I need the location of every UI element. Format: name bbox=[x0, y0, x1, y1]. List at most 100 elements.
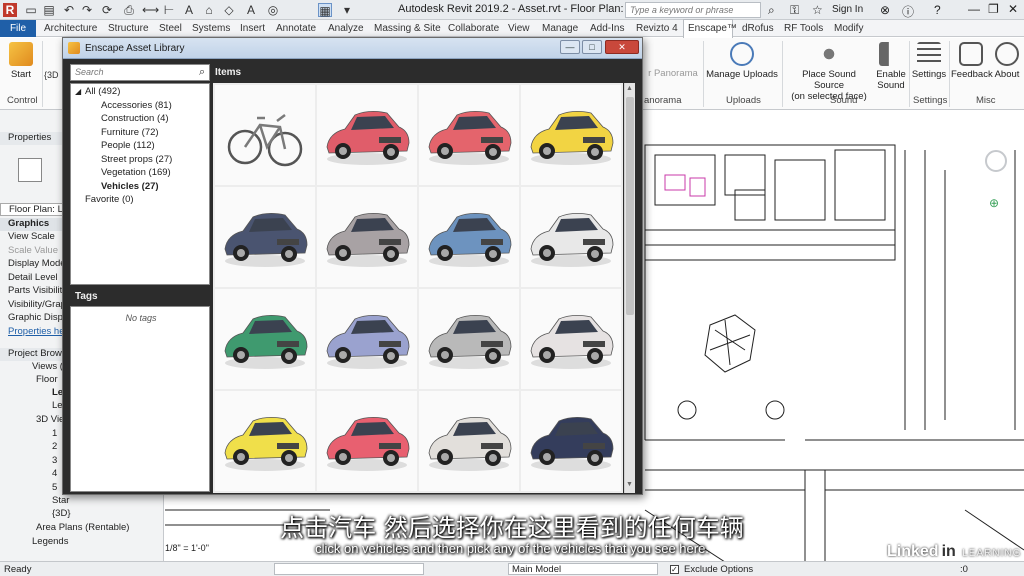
asset-tile-car[interactable] bbox=[317, 391, 417, 491]
asset-tile-car[interactable] bbox=[521, 289, 621, 389]
close-window-icon[interactable]: ✕ bbox=[1008, 2, 1018, 16]
category-people[interactable]: People (112) bbox=[101, 140, 155, 151]
dialog-minimize-button[interactable]: — bbox=[560, 40, 580, 54]
workset-dropdown[interactable] bbox=[274, 563, 424, 575]
panorama-button[interactable]: r Panorama bbox=[643, 68, 703, 79]
tab-drofus[interactable]: dRofus bbox=[742, 23, 774, 34]
switch-windows-icon[interactable]: ▦ bbox=[318, 3, 332, 18]
3d-view-icon[interactable]: ⌂ bbox=[202, 3, 216, 17]
star-icon[interactable]: ☆ bbox=[812, 3, 823, 17]
redo-icon[interactable]: ↷ bbox=[80, 3, 94, 17]
settings-button[interactable]: Settings bbox=[911, 42, 947, 80]
tab-collaborate[interactable]: Collaborate bbox=[448, 23, 499, 34]
tab-structure[interactable]: Structure bbox=[108, 23, 149, 34]
category-vehicles[interactable]: Vehicles (27) bbox=[101, 181, 159, 192]
tab-annotate[interactable]: Annotate bbox=[276, 23, 316, 34]
tab-systems[interactable]: Systems bbox=[192, 23, 230, 34]
manage-uploads-button[interactable]: Manage Uploads bbox=[706, 42, 778, 80]
asset-tile-car[interactable] bbox=[419, 85, 519, 185]
asset-tile-car[interactable] bbox=[521, 85, 621, 185]
asset-tile-car[interactable] bbox=[419, 289, 519, 389]
binoculars-icon[interactable]: ⌕ bbox=[768, 3, 775, 18]
text-icon[interactable]: A bbox=[244, 3, 258, 17]
asset-tile-car[interactable] bbox=[215, 391, 315, 491]
measure-icon[interactable]: ⟷ bbox=[142, 3, 159, 17]
tab-add-ins[interactable]: Add-Ins bbox=[590, 23, 624, 34]
start-button[interactable]: Start bbox=[4, 42, 38, 80]
minimize-window-icon[interactable]: — bbox=[968, 2, 980, 16]
tab-analyze[interactable]: Analyze bbox=[328, 23, 364, 34]
design-option-dropdown[interactable]: Main Model bbox=[508, 563, 658, 575]
asset-grid-scrollbar[interactable]: ▲ ▼ bbox=[624, 83, 635, 493]
asset-tile-car[interactable] bbox=[215, 187, 315, 287]
category-construction[interactable]: Construction (4) bbox=[101, 113, 169, 124]
tags-header: Tags bbox=[70, 287, 210, 305]
category-vegetation[interactable]: Vegetation (169) bbox=[101, 167, 171, 178]
tab-rf-tools[interactable]: RF Tools bbox=[784, 23, 823, 34]
dialog-title-bar[interactable]: Enscape Asset Library — □ ✕ bbox=[63, 38, 642, 59]
restore-window-icon[interactable]: ❐ bbox=[988, 2, 999, 16]
scrollbar-thumb[interactable] bbox=[626, 97, 634, 315]
asset-search-input[interactable]: Search bbox=[70, 64, 210, 81]
view-tab-label[interactable]: {3D bbox=[44, 70, 59, 80]
exclude-options-checkbox[interactable]: ✓ bbox=[670, 565, 679, 574]
scroll-up-icon[interactable]: ▲ bbox=[626, 85, 633, 92]
tab-steel[interactable]: Steel bbox=[159, 23, 182, 34]
category-tree: ◢ All (492) Accessories (81) Constructio… bbox=[70, 83, 210, 285]
keyword-search-input[interactable]: Type a keyword or phrase bbox=[625, 2, 761, 18]
tab-modify[interactable]: Modify bbox=[834, 23, 863, 34]
dialog-maximize-button[interactable]: □ bbox=[582, 40, 602, 54]
feedback-button[interactable]: Feedback bbox=[951, 42, 993, 80]
category-favorite[interactable]: Favorite (0) bbox=[85, 194, 134, 205]
asset-tile-car[interactable] bbox=[317, 187, 417, 287]
enable-sound-button[interactable]: Enable Sound bbox=[874, 42, 908, 91]
browser-3d-start[interactable]: Star bbox=[0, 495, 164, 508]
asset-tile-car[interactable] bbox=[521, 391, 621, 491]
category-furniture[interactable]: Furniture (72) bbox=[101, 127, 159, 138]
sign-in-link[interactable]: Sign In bbox=[832, 4, 863, 15]
sync-icon[interactable]: ⟳ bbox=[100, 3, 114, 17]
print-icon[interactable]: ⎙ bbox=[122, 3, 136, 17]
place-sound-source-button[interactable]: Place Sound Source (on selected face) bbox=[786, 42, 872, 102]
asset-tile-car[interactable] bbox=[419, 187, 519, 287]
tab-massing-site[interactable]: Massing & Site bbox=[374, 23, 441, 34]
asset-tile-bicycle[interactable] bbox=[215, 85, 315, 185]
dimension-icon[interactable]: ⊢ bbox=[162, 3, 176, 17]
category-street-props[interactable]: Street props (27) bbox=[101, 154, 172, 165]
asset-tile-car[interactable] bbox=[419, 391, 519, 491]
enable-sound-sublabel: Sound bbox=[877, 80, 905, 91]
asset-tile-car[interactable] bbox=[215, 289, 315, 389]
zoom-icon[interactable]: ⊕ bbox=[989, 196, 999, 210]
customize-icon[interactable]: ▾ bbox=[340, 3, 354, 17]
tab-file[interactable]: File bbox=[0, 20, 36, 37]
tab-manage[interactable]: Manage bbox=[542, 23, 578, 34]
open-icon[interactable]: ▭ bbox=[24, 3, 38, 17]
undo-icon[interactable]: ↶ bbox=[62, 3, 76, 17]
asset-tile-car[interactable] bbox=[317, 85, 417, 185]
search-icon[interactable]: ⌕ bbox=[199, 66, 205, 79]
tab-insert[interactable]: Insert bbox=[240, 23, 265, 34]
tag-icon[interactable]: A bbox=[182, 3, 196, 17]
asset-tile-car[interactable] bbox=[317, 289, 417, 389]
revit-logo-icon[interactable]: R bbox=[3, 3, 17, 17]
tab-revizto[interactable]: Revizto 4 bbox=[636, 23, 678, 34]
car-thumbnail bbox=[326, 111, 410, 165]
category-all[interactable]: All (492) bbox=[85, 86, 120, 97]
help-icon[interactable]: ? bbox=[934, 3, 941, 17]
info-icon[interactable]: ⓘ bbox=[902, 3, 914, 20]
about-button[interactable]: About bbox=[992, 42, 1022, 80]
subscription-icon[interactable]: ⚿ bbox=[790, 3, 799, 18]
tree-collapse-icon[interactable]: ◢ bbox=[75, 87, 81, 96]
save-icon[interactable]: ▤ bbox=[42, 3, 56, 17]
tab-view[interactable]: View bbox=[508, 23, 530, 34]
thin-lines-icon[interactable]: ◎ bbox=[266, 3, 280, 17]
tab-enscape[interactable]: Enscape™ bbox=[688, 23, 737, 34]
exchange-icon[interactable]: ⊗ bbox=[880, 3, 890, 17]
tab-architecture[interactable]: Architecture bbox=[44, 23, 97, 34]
section-icon[interactable]: ◇ bbox=[222, 3, 236, 17]
navigation-wheel-icon[interactable] bbox=[985, 150, 1007, 172]
scroll-down-icon[interactable]: ▼ bbox=[626, 481, 633, 488]
asset-tile-car[interactable] bbox=[521, 187, 621, 287]
category-accessories[interactable]: Accessories (81) bbox=[101, 100, 172, 111]
dialog-close-button[interactable]: ✕ bbox=[605, 40, 639, 54]
